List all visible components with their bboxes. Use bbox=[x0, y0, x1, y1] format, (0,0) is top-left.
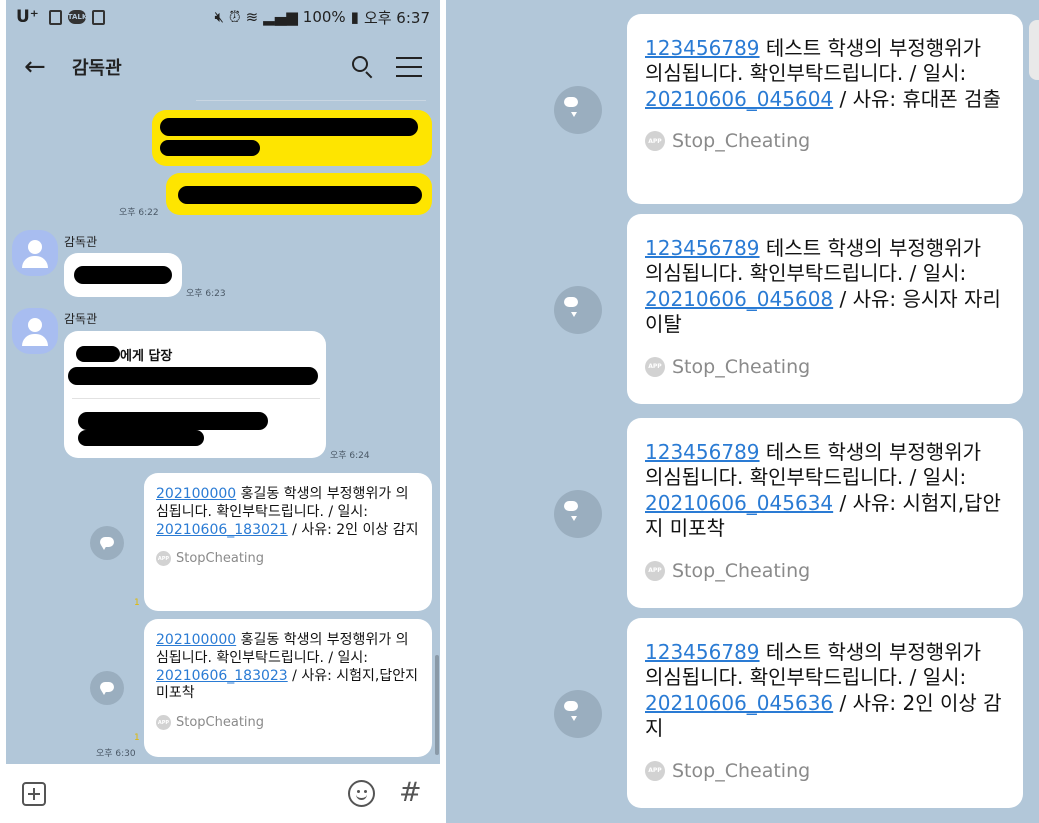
app-name: Stop_Cheating bbox=[672, 130, 811, 153]
screen-edge bbox=[1029, 20, 1039, 80]
redacted-text bbox=[68, 367, 318, 385]
redacted-text bbox=[160, 140, 260, 156]
sender-name: 감독관 bbox=[64, 312, 98, 326]
student-id-link[interactable]: 202100000 bbox=[156, 486, 236, 502]
app-source: APP StopCheating bbox=[156, 551, 420, 567]
message-time: 오후 6:23 bbox=[186, 289, 226, 299]
divider bbox=[196, 100, 426, 101]
talk-icon: TALK bbox=[67, 9, 87, 24]
chat-screen-right: 123456789 테스트 학생의 부정행위가 의심됩니다. 확인부탁드립니다.… bbox=[446, 0, 1039, 823]
app-name: StopCheating bbox=[176, 715, 265, 731]
student-id-link[interactable]: 202100000 bbox=[156, 632, 236, 648]
app-source: APP Stop_Cheating bbox=[645, 760, 1005, 782]
status-bar: U⁺ TALK 🔇︎ ⏰︎ ≋ ▂▄▆ 100% ▮ 오후 6:37 bbox=[6, 0, 440, 34]
reply-target-label: 에게 답장 bbox=[120, 349, 173, 364]
share-icon[interactable] bbox=[554, 86, 602, 134]
datetime-link[interactable]: 20210606_045608 bbox=[645, 287, 833, 311]
share-icon[interactable] bbox=[554, 286, 602, 334]
app-source: APP Stop_Cheating bbox=[645, 130, 1005, 152]
redacted-text bbox=[160, 118, 418, 136]
gallery-icon bbox=[91, 9, 105, 25]
input-bar: # bbox=[6, 764, 440, 823]
scrollbar[interactable] bbox=[435, 655, 439, 755]
message-time: 오후 6:22 bbox=[119, 208, 159, 218]
unread-count: 1 bbox=[134, 598, 140, 608]
avatar[interactable] bbox=[12, 308, 58, 354]
message-body: 123456789 테스트 학생의 부정행위가 의심됩니다. 확인부탁드립니다.… bbox=[645, 440, 1005, 542]
datetime-link[interactable]: 20210606_045604 bbox=[645, 87, 833, 111]
message-reason: / 사유: 2인 이상 감지 bbox=[287, 521, 419, 538]
app-icon: APP bbox=[156, 715, 171, 731]
back-arrow-icon[interactable]: ← bbox=[24, 52, 54, 82]
clock: 오후 6:37 bbox=[363, 8, 430, 27]
redacted-text bbox=[76, 346, 120, 362]
app-source: APP StopCheating bbox=[156, 715, 420, 731]
datetime-link[interactable]: 20210606_045634 bbox=[645, 491, 833, 515]
notification-icons: TALK bbox=[48, 9, 105, 25]
avatar[interactable] bbox=[12, 230, 58, 276]
status-right: 🔇︎ ⏰︎ ≋ ▂▄▆ 100% ▮ 오후 6:37 bbox=[214, 7, 430, 28]
chat-header: ← 감독관 bbox=[6, 34, 440, 100]
message-body: 202100000 홍길동 학생의 부정행위가 의심됩니다. 확인부탁드립니다.… bbox=[156, 486, 420, 539]
app-icon: APP bbox=[645, 760, 665, 781]
app-message-card[interactable]: 202100000 홍길동 학생의 부정행위가 의심됩니다. 확인부탁드립니다.… bbox=[144, 619, 432, 757]
datetime-link[interactable]: 20210606_183023 bbox=[156, 668, 288, 684]
share-icon[interactable] bbox=[554, 690, 602, 738]
app-message-card[interactable]: 123456789 테스트 학생의 부정행위가 의심됩니다. 확인부탁드립니다.… bbox=[627, 418, 1023, 608]
battery-icon: ▮ bbox=[350, 8, 359, 26]
app-name: Stop_Cheating bbox=[672, 559, 811, 582]
datetime-link[interactable]: 20210606_183021 bbox=[156, 522, 288, 538]
app-source: APP Stop_Cheating bbox=[645, 560, 1005, 582]
app-name: StopCheating bbox=[176, 551, 265, 567]
unread-count: 1 bbox=[134, 733, 140, 743]
n-icon bbox=[48, 9, 62, 25]
share-icon[interactable] bbox=[554, 490, 602, 538]
redacted-text bbox=[78, 430, 204, 446]
share-icon[interactable] bbox=[90, 671, 124, 705]
reply-divider bbox=[72, 398, 320, 399]
message-body: 202100000 홍길동 학생의 부정행위가 의심됩니다. 확인부탁드립니다.… bbox=[156, 632, 420, 703]
app-message-card[interactable]: 123456789 테스트 학생의 부정행위가 의심됩니다. 확인부탁드립니다.… bbox=[627, 14, 1023, 204]
wifi-icon: ≋ bbox=[245, 8, 259, 26]
redacted-text bbox=[178, 186, 422, 204]
app-icon: APP bbox=[645, 560, 665, 581]
hashtag-icon[interactable]: # bbox=[399, 777, 422, 808]
app-name: Stop_Cheating bbox=[672, 355, 811, 378]
message-time: 오후 6:30 bbox=[96, 749, 136, 759]
alarm-icon: ⏰︎ bbox=[228, 8, 241, 26]
sender-name: 감독관 bbox=[64, 235, 98, 249]
message-body: 123456789 테스트 학생의 부정행위가 의심됩니다. 확인부탁드립니다.… bbox=[645, 36, 1005, 112]
message-reason: / 사유: 휴대폰 검출 bbox=[833, 86, 1001, 111]
search-icon[interactable] bbox=[350, 55, 374, 79]
app-icon: APP bbox=[645, 131, 665, 152]
app-source: APP Stop_Cheating bbox=[645, 356, 1005, 378]
mute-icon: 🔇︎ bbox=[214, 8, 224, 26]
menu-icon[interactable] bbox=[396, 57, 422, 77]
datetime-link[interactable]: 20210606_045636 bbox=[645, 691, 833, 715]
share-icon[interactable] bbox=[90, 526, 124, 560]
battery-percent: 100% bbox=[302, 8, 346, 26]
chat-title: 감독관 bbox=[72, 58, 122, 79]
redacted-text bbox=[78, 412, 268, 430]
chat-screen-left: U⁺ TALK 🔇︎ ⏰︎ ≋ ▂▄▆ 100% ▮ 오후 6:37 ← 감독관… bbox=[6, 0, 440, 823]
signal-icon: ▂▄▆ bbox=[263, 8, 298, 26]
app-icon: APP bbox=[645, 356, 665, 377]
student-id-link[interactable]: 123456789 bbox=[645, 36, 760, 60]
app-icon: APP bbox=[156, 551, 171, 567]
app-message-card[interactable]: 123456789 테스트 학생의 부정행위가 의심됩니다. 확인부탁드립니다.… bbox=[627, 618, 1023, 808]
student-id-link[interactable]: 123456789 bbox=[645, 640, 760, 664]
carrier-label: U⁺ bbox=[16, 7, 39, 27]
redacted-text bbox=[74, 266, 172, 284]
plus-icon[interactable] bbox=[22, 782, 46, 806]
emoji-icon[interactable] bbox=[348, 780, 375, 807]
app-message-card[interactable]: 123456789 테스트 학생의 부정행위가 의심됩니다. 확인부탁드립니다.… bbox=[627, 214, 1023, 404]
student-id-link[interactable]: 123456789 bbox=[645, 236, 760, 260]
app-name: Stop_Cheating bbox=[672, 759, 811, 782]
app-message-card[interactable]: 202100000 홍길동 학생의 부정행위가 의심됩니다. 확인부탁드립니다.… bbox=[144, 473, 432, 611]
message-time: 오후 6:24 bbox=[330, 451, 370, 461]
student-id-link[interactable]: 123456789 bbox=[645, 440, 760, 464]
message-body: 123456789 테스트 학생의 부정행위가 의심됩니다. 확인부탁드립니다.… bbox=[645, 236, 1005, 338]
message-body: 123456789 테스트 학생의 부정행위가 의심됩니다. 확인부탁드립니다.… bbox=[645, 640, 1005, 742]
